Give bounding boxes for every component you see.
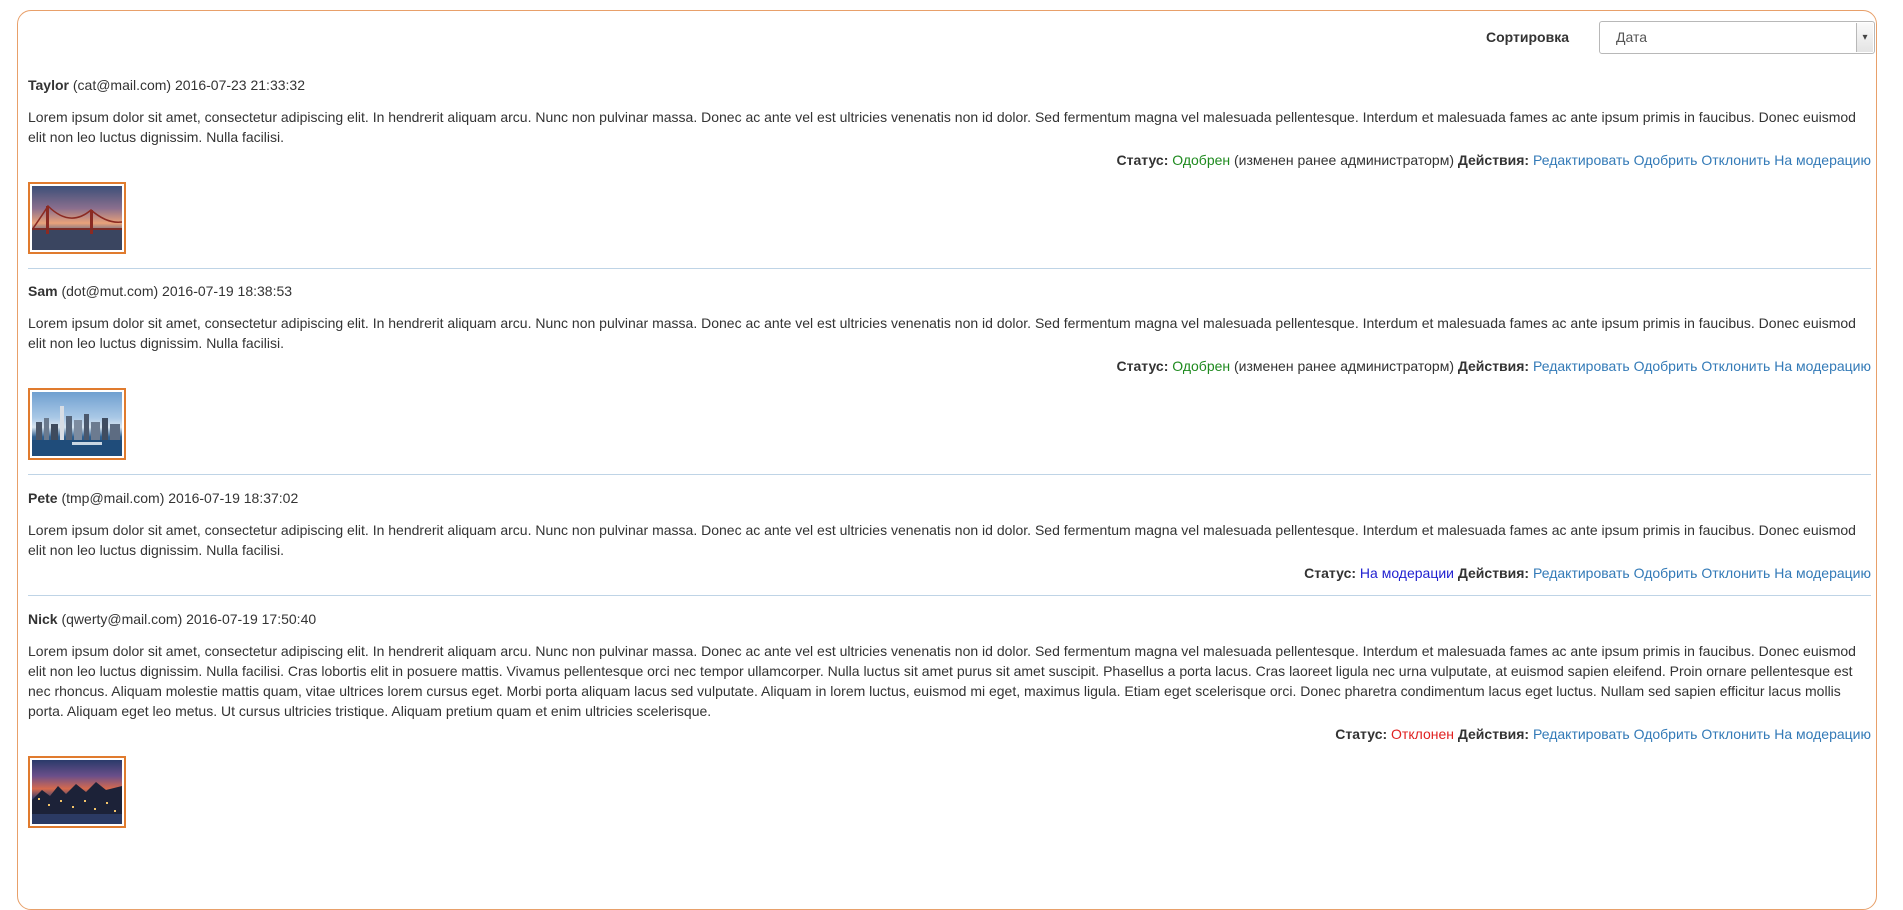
approve-link[interactable]: Одобрить [1634, 565, 1698, 581]
approve-link[interactable]: Одобрить [1634, 726, 1698, 742]
review-email: (qwerty@mail.com) [61, 611, 183, 627]
review-meta: Статус: Отклонен Действия: Редактировать… [28, 726, 1871, 742]
review-item: Taylor (cat@mail.com) 2016-07-23 21:33:3… [28, 77, 1871, 254]
review-datetime: 2016-07-19 17:50:40 [186, 611, 317, 627]
actions-label: Действия: [1457, 565, 1530, 581]
actions-label: Действия: [1457, 152, 1530, 168]
actions-label: Действия: [1457, 726, 1530, 742]
review-item: Sam (dot@mut.com) 2016-07-19 18:38:53 Lo… [28, 283, 1871, 460]
review-image-thumbnail[interactable] [28, 756, 126, 828]
review-meta: Статус: Одобрен (изменен ранее администр… [28, 358, 1871, 374]
review-header: Taylor (cat@mail.com) 2016-07-23 21:33:3… [28, 77, 1871, 97]
status-value: Отклонен [1391, 726, 1454, 742]
review-email: (dot@mut.com) [61, 283, 159, 299]
edit-link[interactable]: Редактировать [1533, 358, 1630, 374]
review-text: Lorem ipsum dolor sit amet, consectetur … [28, 109, 1856, 145]
review-item: Pete (tmp@mail.com) 2016-07-19 18:37:02 … [28, 490, 1871, 581]
review-author: Pete [28, 490, 58, 506]
review-datetime: 2016-07-19 18:37:02 [168, 490, 299, 506]
sort-label: Сортировка [1486, 29, 1569, 45]
to-moderation-link[interactable]: На модерацию [1774, 726, 1871, 742]
review-datetime: 2016-07-23 21:33:32 [174, 77, 305, 93]
reject-link[interactable]: Отклонить [1701, 152, 1770, 168]
review-meta: Статус: Одобрен (изменен ранее администр… [28, 152, 1871, 168]
review-author: Sam [28, 283, 58, 299]
review-item: Nick (qwerty@mail.com) 2016-07-19 17:50:… [28, 611, 1871, 828]
review-text: Lorem ipsum dolor sit amet, consectetur … [28, 522, 1856, 558]
sort-select[interactable]: Дата ▾ [1599, 20, 1875, 54]
review-datetime: 2016-07-19 18:38:53 [162, 283, 293, 299]
to-moderation-link[interactable]: На модерацию [1774, 565, 1871, 581]
review-image-thumbnail[interactable] [28, 182, 126, 254]
edit-link[interactable]: Редактировать [1533, 152, 1630, 168]
review-header: Sam (dot@mut.com) 2016-07-19 18:38:53 [28, 283, 1871, 303]
status-note: (изменен ранее администраторм) [1234, 152, 1454, 168]
review-header: Nick (qwerty@mail.com) 2016-07-19 17:50:… [28, 611, 1871, 631]
review-header: Pete (tmp@mail.com) 2016-07-19 18:37:02 [28, 490, 1871, 510]
sort-selected-value: Дата [1616, 29, 1648, 45]
status-value: На модерации [1359, 565, 1454, 581]
status-value: Одобрен [1172, 152, 1231, 168]
status-label: Статус: [1116, 152, 1169, 168]
reject-link[interactable]: Отклонить [1701, 726, 1770, 742]
status-label: Статус: [1304, 565, 1357, 581]
approve-link[interactable]: Одобрить [1634, 358, 1698, 374]
edit-link[interactable]: Редактировать [1533, 565, 1630, 581]
status-label: Статус: [1116, 358, 1169, 374]
review-email: (cat@mail.com) [72, 77, 172, 93]
actions-label: Действия: [1457, 358, 1530, 374]
reject-link[interactable]: Отклонить [1701, 565, 1770, 581]
approve-link[interactable]: Одобрить [1634, 152, 1698, 168]
review-email: (tmp@mail.com) [61, 490, 165, 506]
status-note: (изменен ранее администраторм) [1234, 358, 1454, 374]
reject-link[interactable]: Отклонить [1701, 358, 1770, 374]
review-image-thumbnail[interactable] [28, 388, 126, 460]
chevron-down-icon[interactable]: ▾ [1856, 22, 1873, 52]
to-moderation-link[interactable]: На модерацию [1774, 152, 1871, 168]
review-separator [28, 595, 1871, 596]
review-separator [28, 474, 1871, 475]
sort-bar: Сортировка Дата ▾ [1486, 20, 1875, 54]
review-text: Lorem ipsum dolor sit amet, consectetur … [28, 643, 1856, 719]
review-author: Nick [28, 611, 58, 627]
status-value: Одобрен [1172, 358, 1231, 374]
edit-link[interactable]: Редактировать [1533, 726, 1630, 742]
status-label: Статус: [1335, 726, 1388, 742]
review-meta: Статус: На модерации Действия: Редактиро… [28, 565, 1871, 581]
to-moderation-link[interactable]: На модерацию [1774, 358, 1871, 374]
review-text: Lorem ipsum dolor sit amet, consectetur … [28, 315, 1856, 351]
review-author: Taylor [28, 77, 69, 93]
review-separator [28, 268, 1871, 269]
